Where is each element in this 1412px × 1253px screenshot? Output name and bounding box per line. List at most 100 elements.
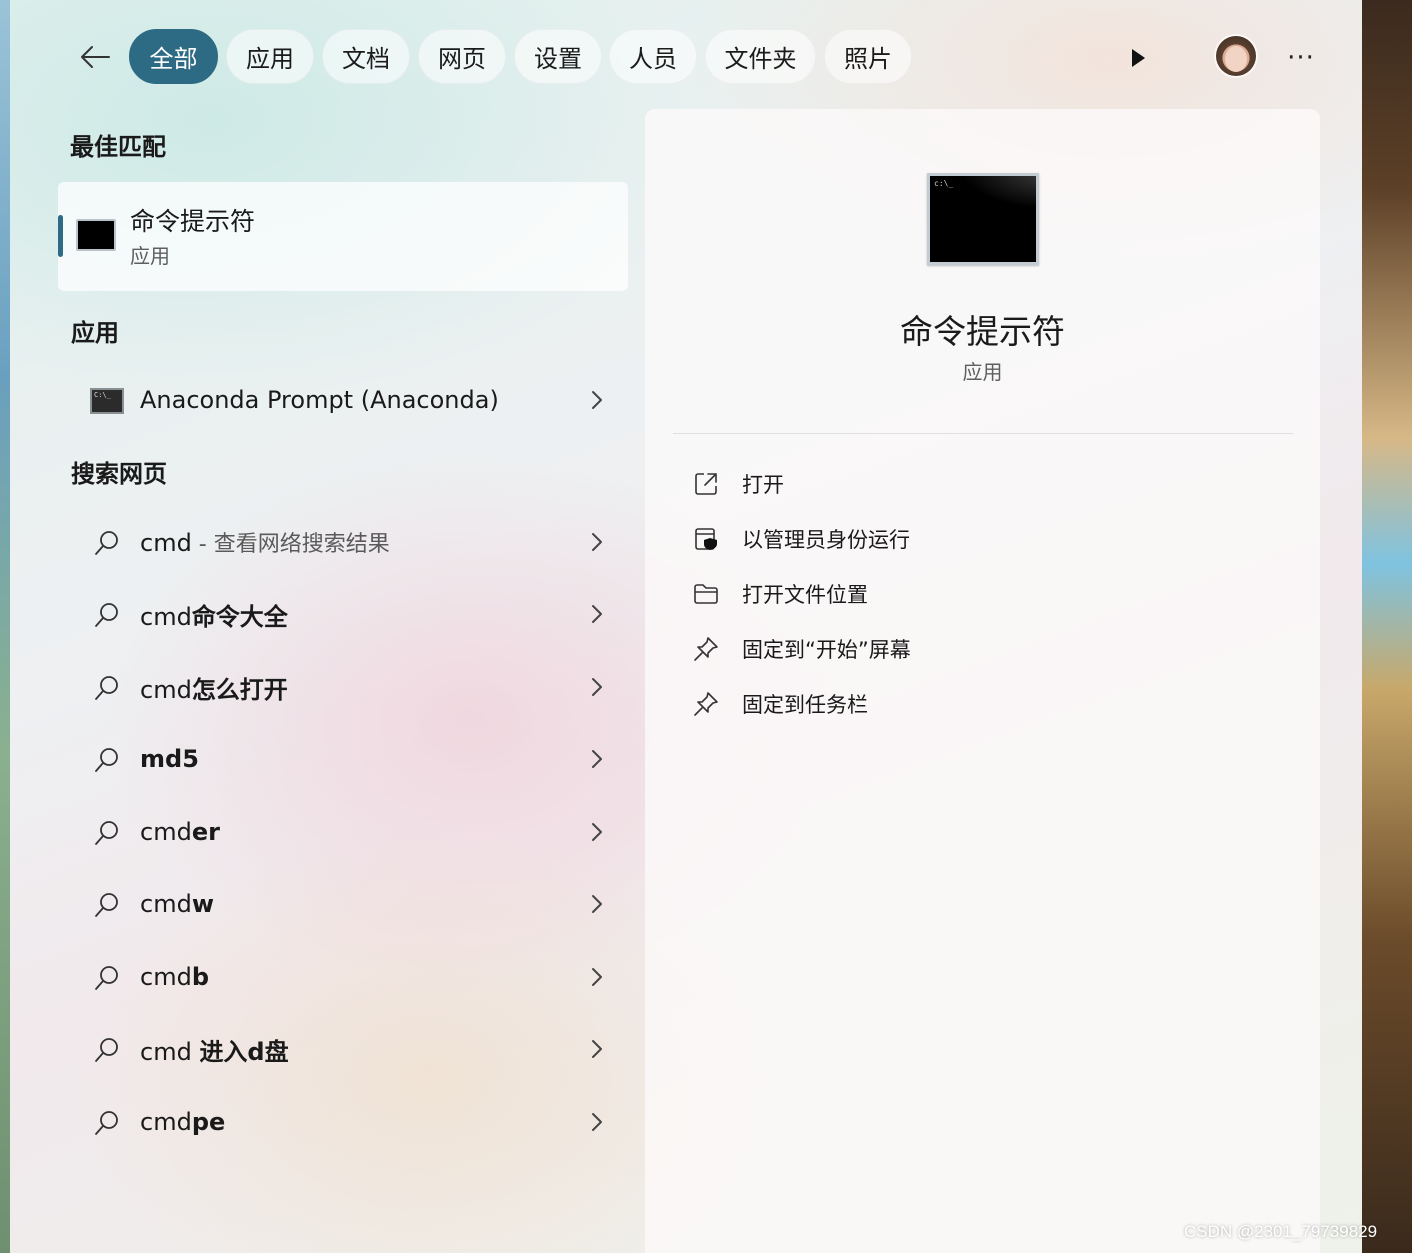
search-icon — [90, 600, 124, 630]
anaconda-prompt-icon: C:\_ — [90, 386, 124, 416]
action-open[interactable]: 打开 — [691, 464, 1251, 504]
tab-people[interactable]: 人员 — [609, 29, 697, 84]
suggestion-completion: w — [191, 890, 214, 918]
action-open-file-location[interactable]: 打开文件位置 — [691, 574, 1251, 614]
action-pin-to-taskbar[interactable]: 固定到任务栏 — [691, 684, 1251, 724]
more-options-button[interactable]: ··· — [1280, 38, 1322, 78]
play-icon — [1132, 49, 1145, 67]
suggestion-completion: 进入d盘 — [199, 1037, 289, 1066]
web-search-item[interactable]: cmd怎么打开 — [70, 657, 638, 717]
query-text: cmd — [140, 675, 192, 704]
command-prompt-large-icon: c:\_ — [927, 173, 1039, 265]
arrow-left-icon — [81, 46, 110, 68]
chevron-right-icon[interactable] — [586, 388, 608, 412]
chevron-right-icon[interactable] — [586, 675, 608, 699]
suggestion-completion: b — [191, 963, 209, 991]
action-label: 固定到“开始”屏幕 — [742, 638, 911, 662]
suggestion-completion: er — [191, 818, 220, 846]
search-icon — [90, 963, 124, 993]
web-search-item[interactable]: cmd 进入d盘 — [70, 1019, 638, 1079]
query-text: cmd — [140, 1108, 192, 1136]
selection-indicator — [58, 215, 63, 257]
folder-icon — [691, 579, 721, 609]
web-search-label: cmd 进入d盘 — [140, 1032, 289, 1067]
chevron-right-icon[interactable] — [586, 892, 608, 916]
search-icon — [90, 673, 124, 703]
web-search-label: cmder — [140, 818, 220, 846]
suggestion-completion: 怎么打开 — [191, 675, 288, 704]
chevron-right-icon[interactable] — [586, 747, 608, 771]
suggestion-completion: pe — [191, 1108, 226, 1136]
watermark: CSDN @2301_79739829 — [1184, 1222, 1378, 1241]
search-icon — [90, 745, 124, 775]
web-search-item[interactable]: cmd - 查看网络搜索结果 — [70, 512, 638, 572]
action-label: 以管理员身份运行 — [742, 528, 910, 552]
detail-pane: c:\_ 命令提示符 应用 打开 以管理员身份运行 打开文件位置 固定到“开始”… — [645, 109, 1320, 1253]
list-item-label: Anaconda Prompt (Anaconda) — [140, 386, 499, 414]
open-external-icon — [691, 469, 721, 499]
pin-icon — [691, 689, 721, 719]
search-icon — [90, 528, 124, 558]
web-search-label: cmdpe — [140, 1108, 225, 1136]
action-run-as-admin[interactable]: 以管理员身份运行 — [691, 519, 1251, 559]
list-item-anaconda-prompt[interactable]: C:\_ Anaconda Prompt (Anaconda) — [70, 370, 638, 430]
action-pin-to-start[interactable]: 固定到“开始”屏幕 — [691, 629, 1251, 669]
chevron-right-icon[interactable] — [586, 602, 608, 626]
suggestion-hint: - 查看网络搜索结果 — [191, 532, 390, 557]
web-search-label: cmd命令大全 — [140, 597, 288, 632]
action-label: 打开文件位置 — [742, 583, 868, 607]
action-label: 固定到任务栏 — [742, 693, 868, 717]
best-match-name: 命令提示符 — [130, 207, 256, 236]
chevron-right-icon[interactable] — [586, 820, 608, 844]
web-search-item[interactable]: cmdw — [70, 874, 638, 934]
tab-documents[interactable]: 文档 — [322, 29, 410, 84]
search-icon — [90, 890, 124, 920]
search-icon — [90, 1108, 124, 1138]
search-icon — [90, 1035, 124, 1065]
more-tabs-button[interactable] — [1118, 38, 1158, 78]
tab-all[interactable]: 全部 — [129, 29, 218, 84]
detail-title: 命令提示符 — [900, 312, 1065, 351]
divider — [673, 433, 1293, 434]
query-text: cmd — [140, 529, 192, 557]
start-search-panel: 全部 应用 文档 网页 设置 人员 文件夹 照片 ··· 最佳匹配 命令提示符 … — [10, 0, 1362, 1253]
query-text: cmd — [140, 963, 192, 991]
admin-shield-icon — [691, 524, 721, 554]
desktop-wallpaper-right — [1362, 0, 1412, 1253]
tab-settings[interactable]: 设置 — [514, 29, 602, 84]
chevron-right-icon[interactable] — [586, 1110, 608, 1134]
action-label: 打开 — [742, 473, 784, 497]
suggestion-completion: 命令大全 — [191, 602, 288, 631]
tab-photos[interactable]: 照片 — [824, 29, 912, 84]
chevron-right-icon[interactable] — [586, 965, 608, 989]
tab-apps[interactable]: 应用 — [226, 29, 314, 84]
pin-icon — [691, 634, 721, 664]
web-search-label: cmd怎么打开 — [140, 670, 288, 705]
query-text: cmd — [140, 818, 192, 846]
best-match-type: 应用 — [130, 244, 170, 268]
best-match-heading: 最佳匹配 — [70, 133, 166, 161]
back-button[interactable] — [74, 36, 116, 78]
web-search-label: md5 — [140, 745, 199, 773]
web-search-item[interactable]: cmdpe — [70, 1092, 638, 1152]
suggestion-completion: md5 — [140, 745, 199, 773]
search-icon — [90, 818, 124, 848]
web-search-item[interactable]: cmd命令大全 — [70, 584, 638, 644]
web-search-item[interactable]: md5 — [70, 729, 638, 789]
best-match-card[interactable]: 命令提示符 应用 — [58, 182, 628, 291]
chevron-right-icon[interactable] — [586, 530, 608, 554]
web-search-label: cmdb — [140, 963, 209, 991]
tab-folders[interactable]: 文件夹 — [705, 29, 816, 84]
web-search-label: cmd - 查看网络搜索结果 — [140, 526, 390, 558]
chevron-right-icon[interactable] — [586, 1037, 608, 1061]
web-search-label: cmdw — [140, 890, 214, 918]
user-avatar[interactable] — [1216, 36, 1256, 76]
query-text: cmd — [140, 1037, 200, 1066]
web-search-item[interactable]: cmder — [70, 802, 638, 862]
detail-subtitle: 应用 — [962, 360, 1003, 384]
web-search-item[interactable]: cmdb — [70, 947, 638, 1007]
query-text: cmd — [140, 890, 192, 918]
web-search-heading: 搜索网页 — [71, 460, 167, 488]
command-prompt-icon — [76, 219, 116, 251]
tab-web[interactable]: 网页 — [418, 29, 506, 84]
